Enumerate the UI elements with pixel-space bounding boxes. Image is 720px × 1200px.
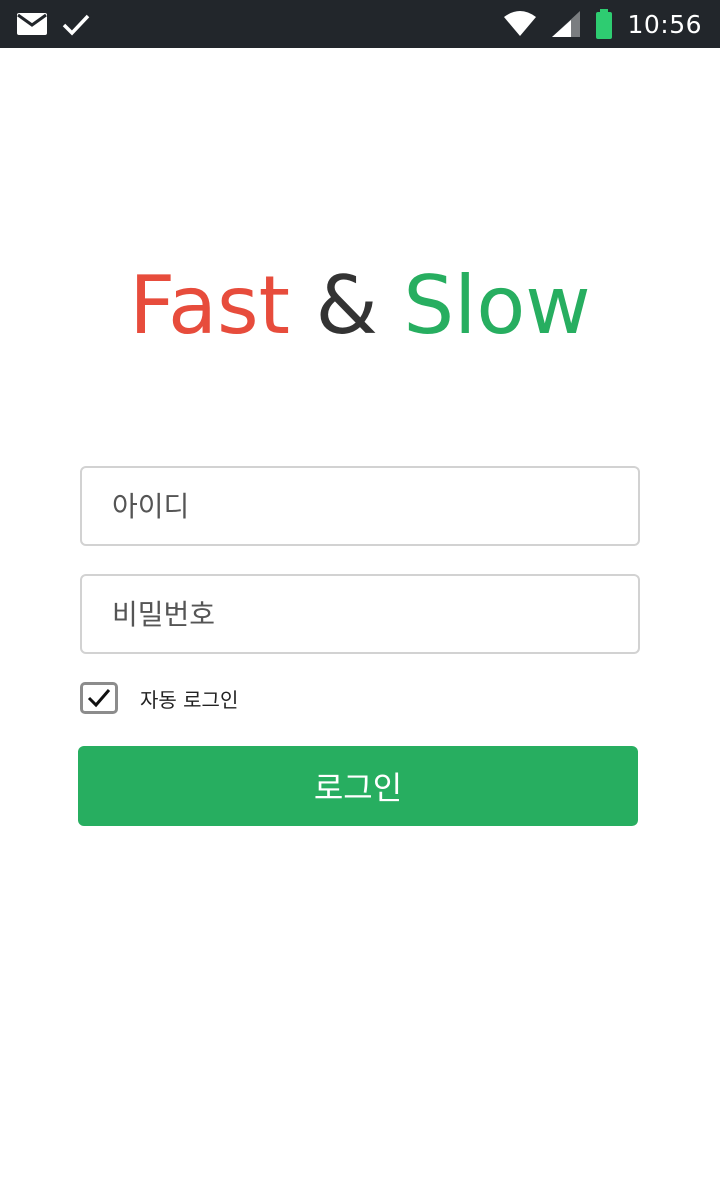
status-time: 10:56 (627, 9, 702, 39)
status-bar: 10:56 (0, 0, 720, 48)
password-input[interactable] (110, 596, 638, 632)
auto-login-label: 자동 로그인 (140, 687, 239, 712)
battery-icon (596, 9, 613, 39)
title-ampersand: & (315, 259, 378, 352)
cell-signal-icon (552, 11, 581, 37)
login-button[interactable]: 로그인 (78, 746, 638, 826)
status-bar-left (16, 0, 90, 48)
app-title: Fast & Slow (0, 256, 720, 356)
id-field[interactable] (80, 466, 640, 546)
status-bar-right: 10:56 (503, 0, 702, 48)
title-slow: Slow (403, 259, 591, 352)
auto-login-row[interactable]: 자동 로그인 (80, 680, 238, 716)
id-input[interactable] (110, 488, 638, 524)
checkmark-icon (87, 689, 111, 708)
auto-login-checkbox[interactable] (80, 682, 118, 714)
password-field[interactable] (80, 574, 640, 654)
check-icon (62, 14, 90, 36)
wifi-icon (504, 11, 537, 36)
title-fast: Fast (129, 259, 291, 352)
mail-icon (17, 13, 47, 35)
